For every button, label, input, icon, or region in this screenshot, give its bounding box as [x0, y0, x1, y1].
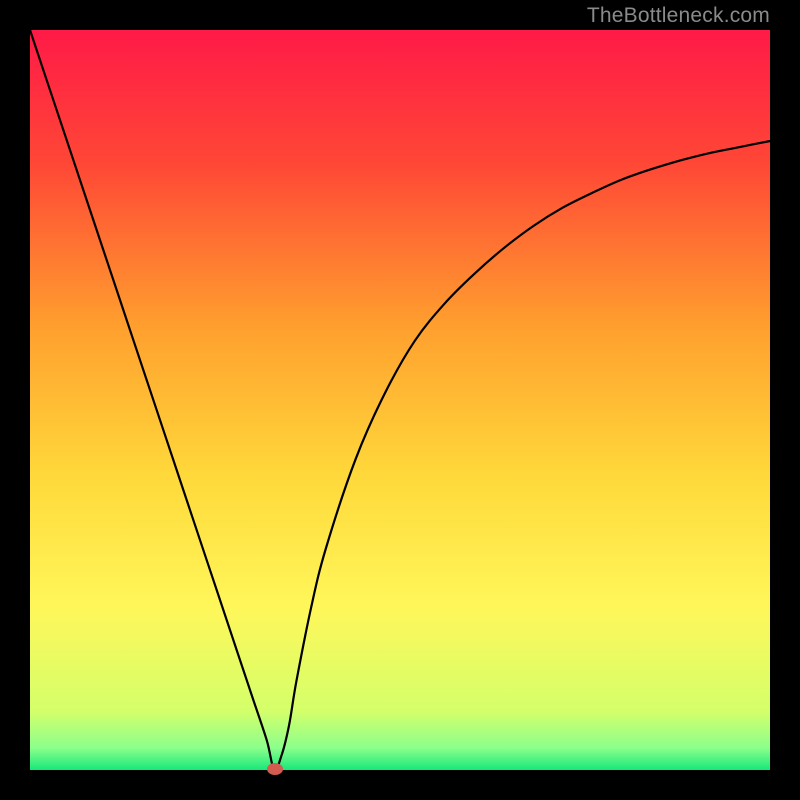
bottleneck-curve: [30, 30, 770, 770]
chart-frame: TheBottleneck.com: [0, 0, 800, 800]
plot-area: [30, 30, 770, 770]
optimum-marker: [267, 763, 283, 775]
curve-layer: [30, 30, 770, 770]
watermark-text: TheBottleneck.com: [587, 4, 770, 28]
